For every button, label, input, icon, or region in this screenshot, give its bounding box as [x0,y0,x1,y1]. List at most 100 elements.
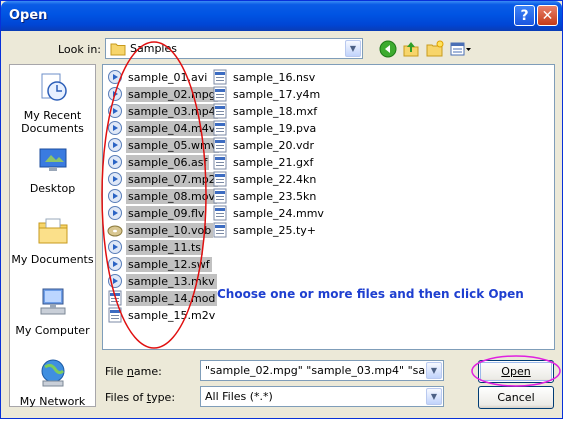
chevron-down-icon[interactable]: ▼ [345,40,361,57]
up-folder-icon [403,42,419,57]
generic-file-icon [213,205,227,221]
files-of-type-label: Files of type: [105,391,176,404]
file-name: sample_03.mp4 [126,103,218,119]
window-title: Open [9,8,48,23]
file-name: sample_01.avi [128,70,208,84]
generic-file-icon [108,307,122,323]
place-my-documents[interactable]: My Documents [10,215,95,283]
file-name: sample_14.mod [126,290,218,306]
file-item[interactable]: sample_04.m4v [107,120,218,136]
file-item[interactable]: sample_21.gxf [212,154,315,170]
cancel-button-label: Cancel [497,391,535,404]
file-name: sample_16.nsv [233,70,316,84]
file-item[interactable]: sample_18.mxf [212,103,319,119]
look-in-combo[interactable]: Samples ▼ [105,38,363,59]
title-bar[interactable]: Open ? ✕ [1,1,562,31]
chevron-down-icon[interactable]: ▼ [426,388,442,405]
file-item[interactable]: sample_25.ty+ [212,222,318,238]
file-item[interactable]: sample_24.mmv [212,205,326,221]
help-button[interactable]: ? [514,5,535,26]
recent-documents-icon [41,73,67,101]
file-name-combo[interactable]: "sample_02.mpg" "sample_03.mp4" "sample_… [200,360,444,381]
files-of-type-value: All Files (*.*) [205,390,273,403]
up-folder-button[interactable] [401,39,421,59]
file-item[interactable]: sample_10.vob [107,222,214,238]
media-file-icon [108,70,122,84]
file-name: sample_24.mmv [233,206,324,220]
file-name: sample_07.mp2 [126,171,218,187]
file-item[interactable]: sample_15.m2v [107,307,217,323]
file-name-input[interactable]: "sample_02.mpg" "sample_03.mp4" "sample_… [205,364,427,377]
file-name: sample_15.m2v [128,308,216,322]
look-in-label: Look in: [58,43,101,56]
file-item[interactable]: sample_03.mp4 [107,103,218,119]
file-item[interactable]: sample_23.5kn [212,188,318,204]
file-item[interactable]: sample_05.wmv [107,137,220,153]
open-dialog: Open ? ✕ Look in: Samples ▼ My Recent Do… [0,0,563,419]
file-item[interactable]: sample_22.4kn [212,171,318,187]
file-name: sample_20.vdr [233,138,315,152]
generic-file-icon [213,69,227,85]
place-label: My Recent Documents [21,109,84,135]
file-name: sample_18.mxf [233,104,318,118]
file-item[interactable]: sample_08.mov [107,188,217,204]
file-item[interactable]: sample_12.swf [107,256,212,272]
file-item[interactable]: sample_02.mpg [107,86,218,102]
file-item[interactable]: sample_09.flv [107,205,207,221]
file-name: sample_22.4kn [233,172,317,186]
generic-file-icon [213,188,227,204]
new-folder-button[interactable] [425,39,445,59]
generic-file-icon [213,103,227,119]
my-documents-icon [38,218,68,244]
file-item[interactable]: sample_13.mkv [107,273,217,289]
generic-file-icon [213,137,227,153]
back-icon [379,40,397,58]
disc-file-icon [107,225,123,237]
place-my-recent-documents[interactable]: My Recent Documents [10,71,95,139]
place-label: My Network [19,395,86,408]
file-item[interactable]: sample_14.mod [107,290,218,306]
place-desktop[interactable]: Desktop [10,144,95,212]
view-menu-button[interactable] [449,39,473,59]
file-item[interactable]: sample_16.nsv [212,69,317,85]
new-folder-icon [426,40,444,57]
media-file-icon [108,189,122,203]
desktop-icon [39,148,67,171]
file-item[interactable]: sample_20.vdr [212,137,316,153]
file-item[interactable]: sample_07.mp2 [107,171,218,187]
media-file-icon [108,104,122,118]
file-item[interactable]: sample_01.avi [107,69,209,85]
media-file-icon [108,121,122,135]
place-my-network[interactable]: My Network [10,357,95,425]
file-name: sample_13.mkv [126,273,217,289]
place-label: My Documents [11,253,94,266]
media-file-icon [108,240,122,254]
file-list[interactable]: sample_01.avi sample_02.mpg sample_03.mp4 s… [102,64,555,350]
file-name: sample_12.swf [126,256,212,272]
file-name: sample_25.ty+ [233,223,317,237]
my-computer-icon [40,288,66,315]
file-item[interactable]: sample_17.y4m [212,86,322,102]
open-button[interactable]: Open [478,360,554,383]
folder-icon [110,43,126,56]
generic-file-icon [213,154,227,170]
file-name: sample_05.wmv [126,137,220,153]
files-of-type-combo[interactable]: All Files (*.*) ▼ [200,386,444,407]
file-name: sample_11.ts [126,239,204,255]
file-item[interactable]: sample_19.pva [212,120,318,136]
place-my-computer[interactable]: My Computer [10,286,95,354]
file-name: sample_23.5kn [233,189,317,203]
close-button[interactable]: ✕ [537,5,558,26]
file-name: sample_21.gxf [233,155,314,169]
instruction-text: Choose one or more files and then click … [217,287,524,301]
generic-file-icon [213,171,227,187]
file-item[interactable]: sample_11.ts [107,239,204,255]
generic-file-icon [213,120,227,136]
file-item[interactable]: sample_06.asf [107,154,210,170]
places-bar: My Recent Documents Desktop My Documents [9,64,96,408]
cancel-button[interactable]: Cancel [478,386,554,409]
media-file-icon [108,172,122,186]
generic-file-icon [213,86,227,102]
back-button[interactable] [378,39,398,59]
chevron-down-icon[interactable]: ▼ [426,362,442,379]
